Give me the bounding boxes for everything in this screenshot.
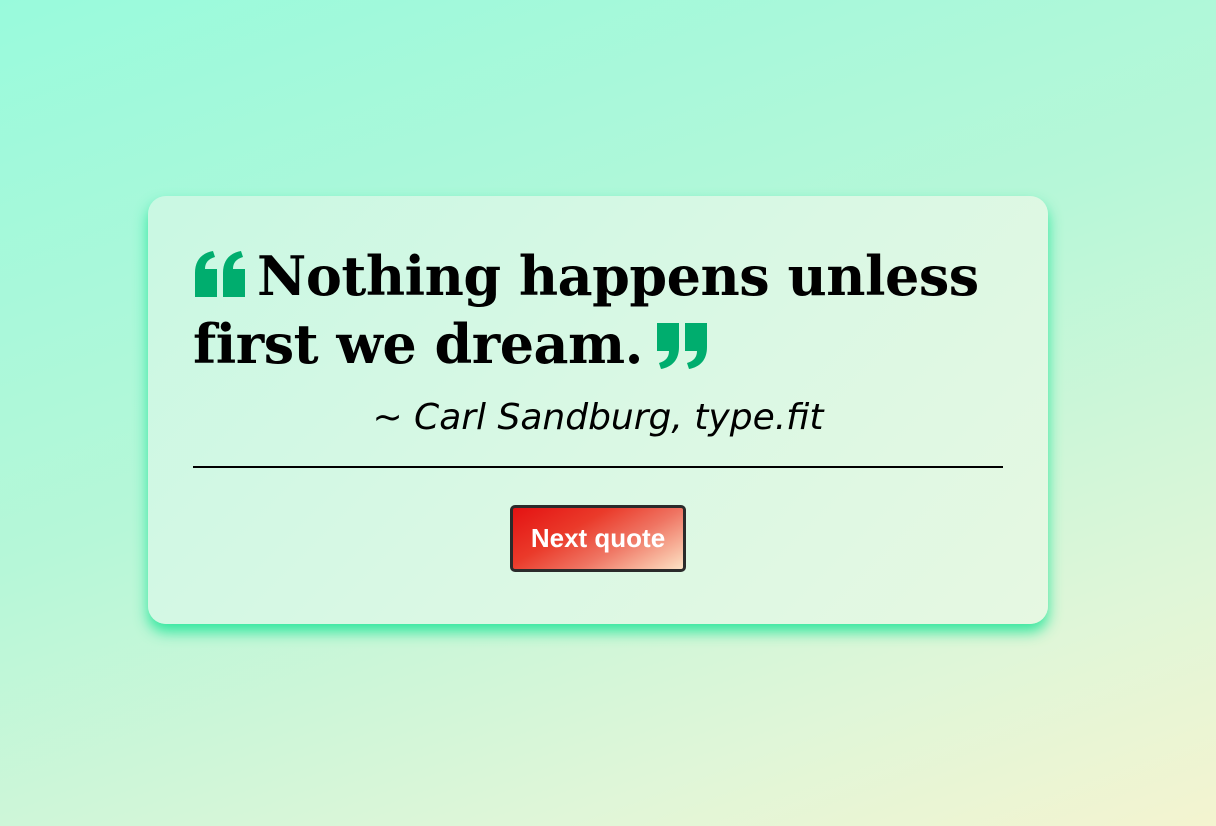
divider bbox=[193, 466, 1003, 468]
quote-card: Nothing happens unless first we dream. ~… bbox=[148, 196, 1048, 624]
close-quote-icon bbox=[655, 321, 709, 369]
quote-text: Nothing happens unless first we dream. bbox=[193, 244, 979, 376]
button-row: Next quote bbox=[193, 505, 1003, 572]
quote-author: ~ Carl Sandburg, type.fit bbox=[372, 397, 824, 438]
quote-block: Nothing happens unless first we dream. bbox=[193, 242, 1003, 378]
next-quote-button[interactable]: Next quote bbox=[510, 505, 686, 572]
open-quote-icon bbox=[193, 251, 247, 299]
